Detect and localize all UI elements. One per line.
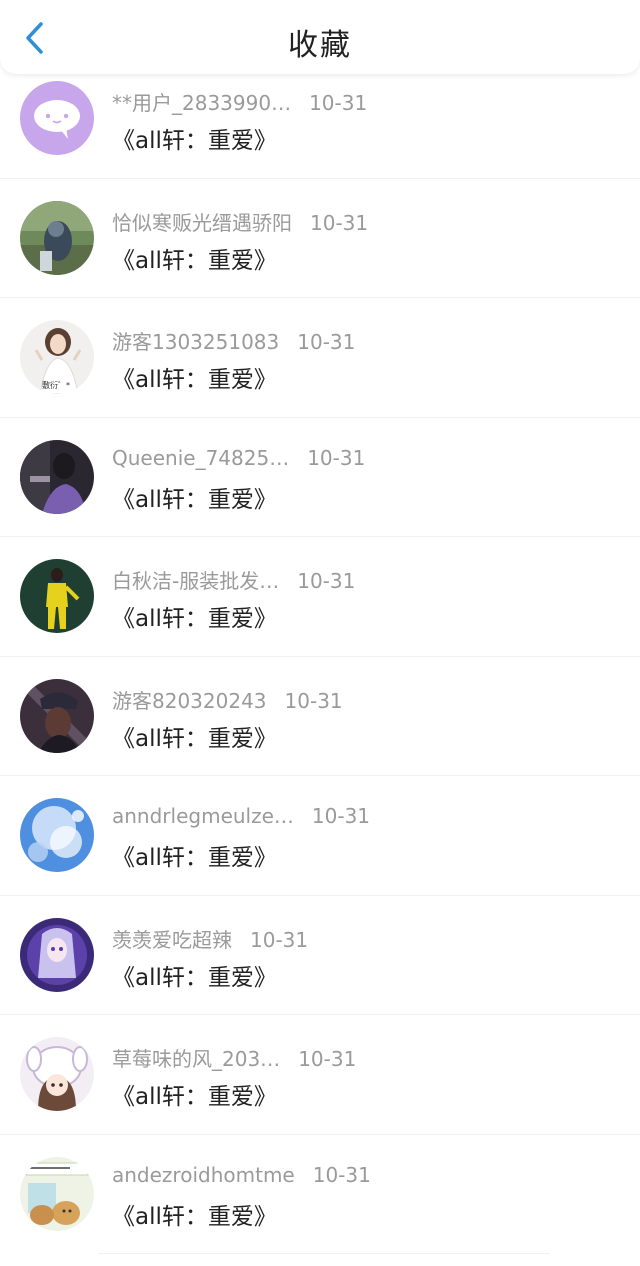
date: 10-31 xyxy=(310,210,369,235)
username[interactable]: 羡羡爱吃超辣 xyxy=(112,924,232,953)
username[interactable]: 白秋洁-服装批发… xyxy=(112,565,279,594)
user-photo xyxy=(20,1037,94,1111)
work-title[interactable]: 《all轩：重爱》 xyxy=(112,241,277,275)
chat-bubble-icon xyxy=(20,81,94,155)
username[interactable]: **用户_2833990… xyxy=(112,87,291,116)
user-photo xyxy=(20,1156,94,1231)
date: 10-31 xyxy=(307,445,366,470)
favorites-list: **用户_2833990… 10-31 《all轩：重爱》 恰似寒贩光缙遇骄阳 … xyxy=(0,59,640,1254)
avatar[interactable] xyxy=(20,81,94,155)
work-title[interactable]: 《all轩：重爱》 xyxy=(112,719,277,753)
user-photo xyxy=(20,798,94,872)
username[interactable]: 草莓味的风_203… xyxy=(112,1043,280,1072)
avatar[interactable] xyxy=(20,200,94,275)
date: 10-31 xyxy=(297,569,356,593)
list-item[interactable]: **用户_2833990… 10-31 《all轩：重爱》 xyxy=(0,59,640,179)
work-title[interactable]: 《all轩：重爱》 xyxy=(112,121,277,155)
avatar[interactable] xyxy=(20,678,94,753)
top-bar: 收藏 xyxy=(0,0,640,74)
avatar[interactable] xyxy=(20,439,94,514)
avatar[interactable]: 敷衍゛* xyxy=(20,320,94,394)
work-title[interactable]: 《all轩：重爱》 xyxy=(112,360,277,394)
list-item[interactable]: 羡羡爱吃超辣 10-31 《all轩：重爱》 xyxy=(0,896,640,1016)
date: 10-31 xyxy=(311,804,371,828)
user-photo: 敷衍゛* xyxy=(20,320,94,394)
username[interactable]: Queenie_74825… xyxy=(112,446,289,470)
work-title[interactable]: 《all轩：重爱》 xyxy=(112,958,277,992)
list-item[interactable]: 白秋洁-服装批发… 10-31 《all轩：重爱》 xyxy=(0,537,640,657)
date: 10-31 xyxy=(250,927,309,952)
work-title[interactable]: 《all轩：重爱》 xyxy=(112,1197,277,1231)
user-photo xyxy=(20,917,94,992)
list-item[interactable]: 游客820320243 10-31 《all轩：重爱》 xyxy=(0,657,640,777)
username[interactable]: 游客1303251083 xyxy=(112,326,279,355)
user-photo xyxy=(20,559,94,633)
avatar[interactable] xyxy=(20,1156,94,1231)
user-photo xyxy=(20,439,94,514)
list-item[interactable]: 恰似寒贩光缙遇骄阳 10-31 《all轩：重爱》 xyxy=(0,179,640,299)
work-title[interactable]: 《all轩：重爱》 xyxy=(112,599,277,633)
page-title: 收藏 xyxy=(288,28,352,63)
date: 10-31 xyxy=(312,1162,371,1187)
user-photo xyxy=(20,678,94,753)
date: 10-31 xyxy=(309,91,368,115)
username[interactable]: 恰似寒贩光缙遇骄阳 xyxy=(112,207,292,236)
list-item[interactable]: 敷衍゛* 游客1303251083 10-31 《all轩：重爱》 xyxy=(0,298,640,418)
avatar[interactable] xyxy=(20,798,94,872)
work-title[interactable]: 《all轩：重爱》 xyxy=(112,838,277,872)
svg-text:敷衍゛*: 敷衍゛* xyxy=(42,380,70,390)
date: 10-31 xyxy=(297,330,356,354)
work-title[interactable]: 《all轩：重爱》 xyxy=(112,480,277,514)
list-item[interactable]: 草莓味的风_203… 10-31 《all轩：重爱》 xyxy=(0,1015,640,1135)
date: 10-31 xyxy=(298,1047,357,1071)
work-title[interactable]: 《all轩：重爱》 xyxy=(112,1077,277,1111)
list-item[interactable]: anndrlegmeulze… 10-31 《all轩：重爱》 xyxy=(0,776,640,896)
username[interactable]: 游客820320243 xyxy=(112,685,267,714)
avatar[interactable] xyxy=(20,1037,94,1111)
list-item[interactable]: Queenie_74825… 10-31 《all轩：重爱》 xyxy=(0,418,640,538)
list-item[interactable]: andezroidhomtme 10-31 《all轩：重爱》 xyxy=(0,1135,640,1255)
username[interactable]: andezroidhomtme xyxy=(112,1163,295,1187)
avatar[interactable] xyxy=(20,917,94,992)
username[interactable]: anndrlegmeulze… xyxy=(112,804,294,828)
avatar[interactable] xyxy=(20,559,94,633)
date: 10-31 xyxy=(284,688,343,713)
user-photo xyxy=(20,200,94,275)
